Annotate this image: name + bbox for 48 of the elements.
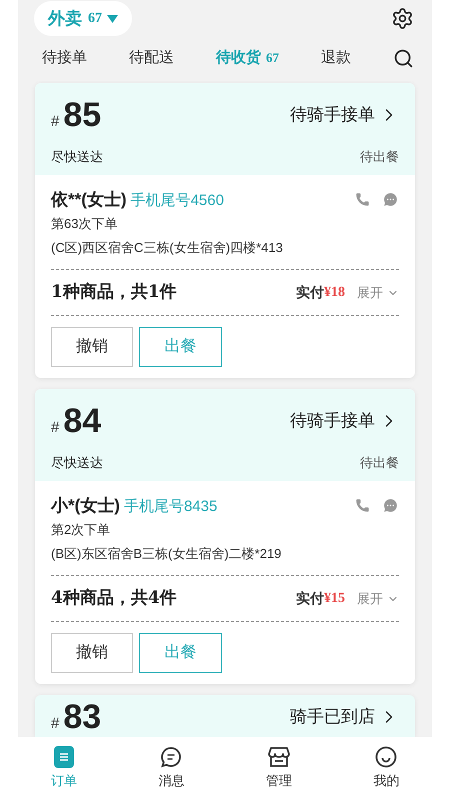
settings-icon[interactable]	[391, 7, 414, 30]
nav-item[interactable]: 管理	[248, 746, 309, 791]
document-icon	[54, 746, 74, 768]
hash-mark: #	[51, 714, 60, 734]
item-summary: 1种商品，共1件	[51, 280, 177, 304]
order-number: 84	[63, 401, 102, 441]
paid-label: 实付	[296, 283, 324, 302]
expand-toggle[interactable]: 展开	[357, 588, 399, 608]
tab[interactable]: 待接单	[42, 47, 87, 70]
cancel-button[interactable]: 撤销	[51, 327, 133, 367]
paid-amount: ¥15	[324, 590, 345, 608]
tab[interactable]: 待配送	[129, 47, 174, 70]
address: (B区)东区宿舍B三栋(女生宿舍)二楼*219	[51, 544, 282, 563]
phone-icon[interactable]	[355, 498, 370, 513]
nav-item[interactable]: 消息	[141, 746, 202, 791]
order-count: 第63次下单	[51, 215, 118, 233]
delivery-time: 尽快送达	[51, 148, 103, 166]
paid-label: 实付	[296, 589, 324, 608]
hash-mark: #	[51, 418, 60, 438]
address: (C区)西区宿舍C三栋(女生宿舍)四楼*413	[51, 238, 284, 257]
cancel-button[interactable]: 撤销	[51, 633, 133, 673]
paid-amount: ¥18	[324, 284, 345, 302]
order-stage: 待出餐	[360, 148, 399, 166]
smiley-icon	[375, 746, 398, 768]
customer-name: 依**(女士)	[51, 188, 127, 210]
customer-name: 小*(女士)	[51, 494, 120, 516]
order-number: 83	[63, 697, 102, 737]
status-link[interactable]: 骑手已到店	[290, 704, 399, 730]
phone-tail: 手机尾号4560	[130, 190, 224, 210]
dropdown-triangle-icon	[107, 14, 118, 22]
nav-item[interactable]: 我的	[356, 746, 416, 791]
chat-icon	[160, 746, 182, 768]
tab[interactable]: 退款	[321, 47, 351, 70]
store-icon	[266, 746, 291, 768]
chat-icon[interactable]	[382, 190, 399, 208]
hash-mark: #	[51, 112, 60, 132]
order-stage: 待出餐	[360, 454, 399, 472]
order-count: 第2次下单	[51, 521, 112, 539]
order-number: 85	[63, 95, 102, 135]
delivery-time: 尽快送达	[51, 454, 103, 472]
expand-toggle[interactable]: 展开	[357, 282, 399, 302]
phone-tail: 手机尾号8435	[124, 496, 218, 516]
status-link[interactable]: 待骑手接单	[290, 408, 399, 434]
status-link[interactable]: 待骑手接单	[290, 102, 399, 128]
search-icon[interactable]	[393, 48, 414, 69]
chat-icon[interactable]	[382, 496, 399, 514]
phone-icon[interactable]	[355, 192, 370, 207]
item-summary: 4种商品，共4件	[51, 586, 177, 610]
